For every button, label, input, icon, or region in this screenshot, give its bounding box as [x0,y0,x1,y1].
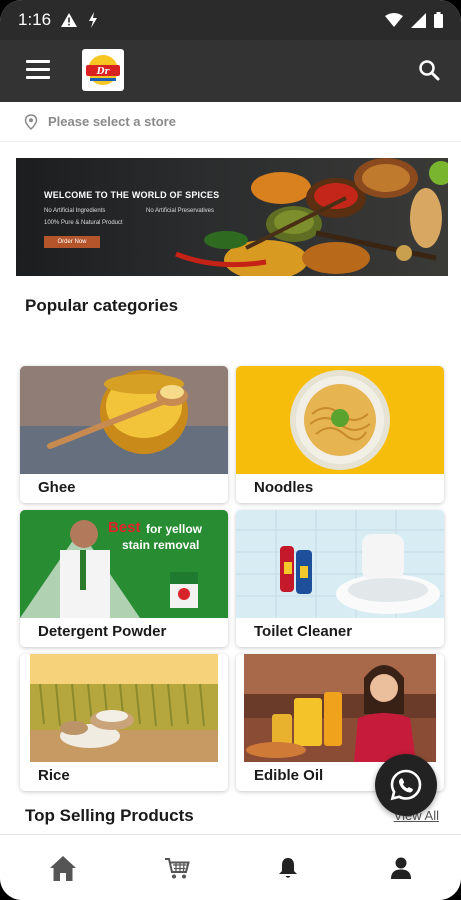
toilet-cleaner-image [236,510,444,618]
brand-logo[interactable]: Dr [82,49,124,91]
status-bar: 1:16 [0,0,461,40]
search-button[interactable] [417,58,443,84]
nav-home[interactable] [48,853,78,883]
top-selling-title: Top Selling Products [25,806,194,825]
detergent-badge-text: for yellow [146,522,203,536]
noodles-image [236,366,444,474]
banner-feature: No Artificial Ingredients [44,208,106,214]
promo-banner[interactable]: WELCOME TO THE WORLD OF SPICES No Artifi… [16,158,448,276]
menu-button[interactable] [26,60,50,80]
store-selector[interactable]: Please select a store [0,102,461,142]
logo-icon: Dr [86,55,120,85]
nav-notifications[interactable] [273,853,303,883]
battery-icon [434,12,443,28]
location-pin-icon [24,113,38,130]
app-bar: Dr [0,40,461,102]
search-icon [419,60,440,81]
category-card-toilet-cleaner[interactable]: Toilet Cleaner [236,510,444,647]
popular-categories-title: Popular categories [25,296,179,315]
edible-oil-image [236,654,444,762]
category-card-rice[interactable]: Rice [20,654,228,791]
status-time: 1:16 [18,10,52,29]
category-card-detergent-powder[interactable]: Best for yellow stain removal Detergent … [20,510,228,647]
app-screen: 1:16 Dr Please select a store WELCOME TO… [0,0,461,900]
rice-image [20,654,228,762]
bell-icon [279,858,297,878]
ghee-image [20,366,228,474]
nav-cart[interactable] [162,853,192,883]
whatsapp-icon [390,769,422,801]
detergent-image: Best for yellow stain removal [20,510,228,618]
category-label: Rice [38,767,70,784]
detergent-badge-text: stain removal [122,538,200,552]
detergent-badge-best: Best [108,519,141,536]
store-placeholder: Please select a store [48,114,176,129]
bottom-navigation [0,834,461,900]
category-card-noodles[interactable]: Noodles [236,366,444,503]
home-icon [50,856,76,881]
profile-icon [391,857,411,879]
category-label: Noodles [254,479,314,496]
menu-icon [26,60,50,63]
nav-profile[interactable] [386,853,416,883]
warning-icon [61,13,78,27]
whatsapp-button[interactable] [375,754,437,816]
category-label: Ghee [38,479,76,496]
category-label: Toilet Cleaner [254,623,353,640]
spices-illustration [175,158,448,276]
order-now-button[interactable]: Order Now [44,236,100,248]
signal-icon [411,12,426,28]
category-label: Detergent Powder [38,623,167,640]
category-card-ghee[interactable]: Ghee [20,366,228,503]
cart-icon [165,858,190,879]
category-label: Edible Oil [254,767,324,784]
logo-text: Dr [96,67,111,77]
banner-feature: 100% Pure & Natural Product [44,220,123,226]
data-saver-icon [89,12,98,28]
wifi-icon [385,13,403,27]
main-content[interactable]: WELCOME TO THE WORLD OF SPICES No Artifi… [0,142,461,834]
banner-feature: No Artificial Preservatives [146,208,215,214]
banner-title: WELCOME TO THE WORLD OF SPICES [44,190,220,200]
